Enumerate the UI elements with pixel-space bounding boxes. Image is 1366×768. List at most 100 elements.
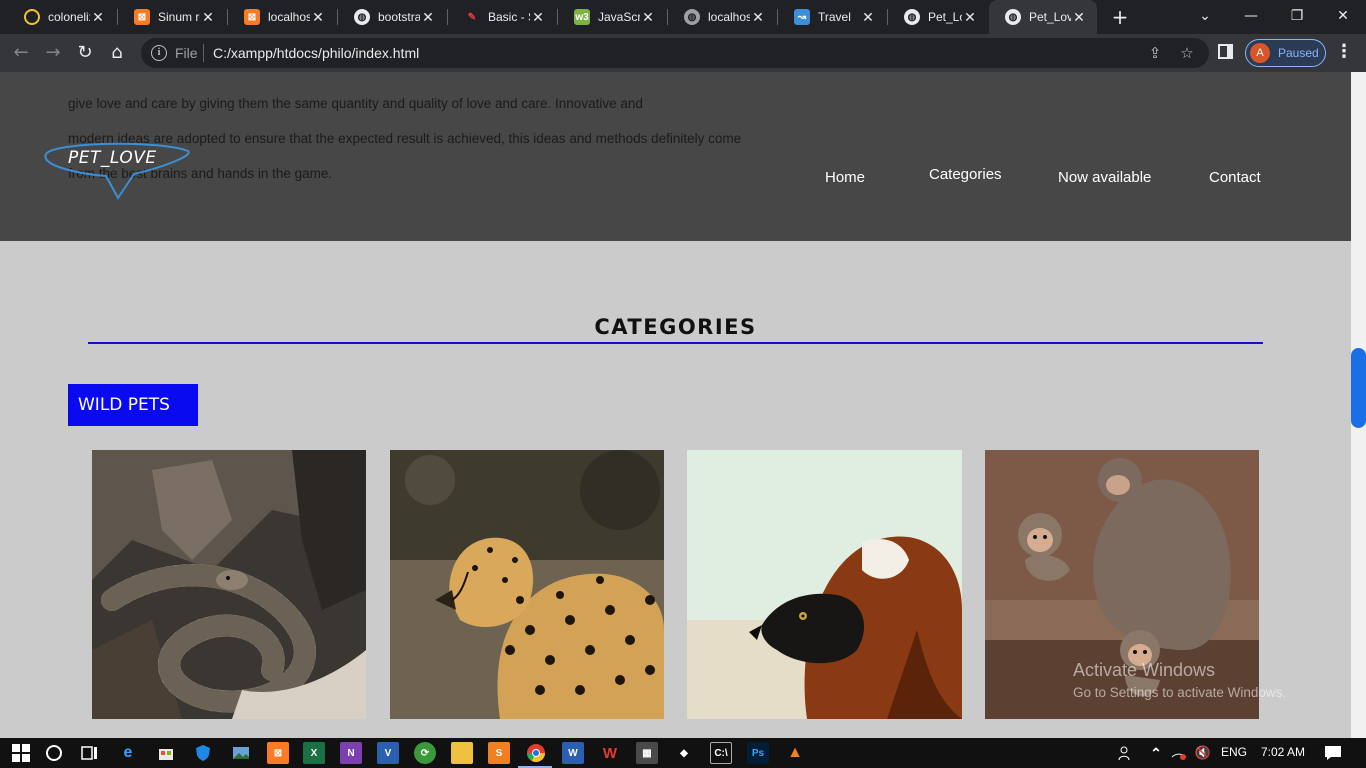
close-window-button[interactable]: ✕: [1320, 0, 1366, 34]
close-icon[interactable]: ✕: [200, 9, 216, 26]
globe-icon: ◍: [684, 9, 700, 25]
task-view-icon[interactable]: [79, 742, 101, 764]
activate-windows-title: Activate Windows: [1073, 660, 1216, 680]
tab-7[interactable]: ↝ Travel ✕: [778, 0, 886, 34]
calculator-icon[interactable]: ▦: [636, 742, 658, 764]
tab-title: JavaScri: [598, 10, 640, 24]
tab-9-active[interactable]: ◍ Pet_Love ✕: [989, 0, 1097, 34]
profile-button[interactable]: A Paused: [1245, 39, 1326, 67]
word-icon[interactable]: W: [562, 742, 584, 764]
vlc-icon[interactable]: ▲: [784, 742, 806, 764]
card-lemur-image[interactable]: [687, 450, 962, 719]
close-icon[interactable]: ✕: [1071, 9, 1087, 26]
close-icon[interactable]: ✕: [640, 9, 656, 26]
restore-button[interactable]: ❐: [1274, 0, 1320, 34]
minimize-button[interactable]: —: [1228, 0, 1274, 34]
info-icon[interactable]: i: [151, 45, 167, 61]
close-icon[interactable]: ✕: [530, 9, 546, 26]
home-icon[interactable]: ⌂: [104, 40, 130, 66]
language-indicator[interactable]: ENG: [1221, 745, 1247, 759]
nav-now-available[interactable]: Now available: [1058, 169, 1151, 186]
card-cheetah-image[interactable]: [390, 450, 664, 719]
tab-5[interactable]: w3 JavaScri ✕: [558, 0, 666, 34]
tab-title: Basic - S: [488, 10, 530, 24]
nav-home[interactable]: Home: [825, 169, 865, 186]
hero-paragraph-line: give love and care by giving them the sa…: [68, 96, 643, 111]
close-icon[interactable]: ✕: [860, 9, 876, 26]
tab-strip: colonelix ✕ ⊠ Sinum re ✕ ⊠ localhost ✕ ◍…: [0, 0, 1366, 34]
tab-title: Sinum re: [158, 10, 200, 24]
file-explorer-icon[interactable]: [451, 742, 473, 764]
close-icon[interactable]: ✕: [420, 9, 436, 26]
hero-header: give love and care by giving them the sa…: [0, 72, 1351, 241]
url-text[interactable]: C:/xampp/htdocs/philo/index.html: [213, 45, 419, 61]
profile-status: Paused: [1278, 46, 1319, 60]
menu-kebab-icon[interactable]: ⋮: [1334, 42, 1354, 64]
xampp-icon: ⊠: [244, 9, 260, 25]
cheetah-image: [390, 450, 664, 719]
store-icon[interactable]: [155, 742, 177, 764]
notifications-icon[interactable]: [1322, 742, 1344, 764]
activate-windows-subtitle: Go to Settings to activate Windows.: [1073, 685, 1287, 700]
defender-icon[interactable]: [192, 742, 214, 764]
speaker-muted-icon[interactable]: 🔇: [1192, 742, 1214, 764]
category-badge[interactable]: WILD PETS: [68, 384, 198, 426]
section-title: CATEGORIES: [594, 315, 757, 339]
vpn-icon[interactable]: ◆: [673, 742, 695, 764]
tab-2[interactable]: ⊠ localhost ✕: [228, 0, 336, 34]
excel-icon[interactable]: X: [303, 742, 325, 764]
section-divider: [88, 342, 1263, 344]
command-prompt-icon[interactable]: C:\: [710, 742, 732, 764]
side-panel-icon[interactable]: [1218, 44, 1233, 59]
close-icon[interactable]: ✕: [310, 9, 326, 26]
lemur-image: [687, 450, 962, 719]
logo[interactable]: PET_LOVE: [40, 142, 192, 202]
browser-toolbar: ← → ↻ ⌂ i File C:/xampp/htdocs/philo/ind…: [0, 34, 1366, 72]
onenote-icon[interactable]: N: [340, 742, 362, 764]
tab-title: Pet_Love: [1029, 10, 1071, 24]
codepen-icon: ✎: [464, 9, 480, 25]
travel-icon: ↝: [794, 9, 810, 25]
reload-icon[interactable]: ↻: [72, 40, 98, 66]
search-circle-icon[interactable]: [43, 742, 65, 764]
close-icon[interactable]: ✕: [962, 9, 978, 26]
network-disconnected-icon[interactable]: [1168, 742, 1190, 764]
globe-icon: ◍: [904, 9, 920, 25]
wps-icon[interactable]: W: [599, 742, 621, 764]
nav-categories[interactable]: Categories: [929, 166, 1002, 183]
tab-title: localhost: [708, 10, 750, 24]
edge-icon[interactable]: e: [117, 742, 139, 764]
sublime-text-icon[interactable]: S: [488, 742, 510, 764]
chrome-icon[interactable]: [525, 742, 547, 764]
photoshop-icon[interactable]: Ps: [747, 742, 769, 764]
tab-search-chevron-icon[interactable]: ⌄: [1182, 0, 1228, 34]
tab-title: localhost: [268, 10, 310, 24]
address-bar[interactable]: i File C:/xampp/htdocs/philo/index.html …: [141, 38, 1209, 68]
scrollbar-thumb[interactable]: [1351, 348, 1366, 428]
clock[interactable]: 7:02 AM: [1261, 745, 1305, 759]
share-icon[interactable]: ⇪: [1145, 43, 1165, 63]
new-tab-button[interactable]: +: [1108, 5, 1132, 29]
windows-start-icon[interactable]: [10, 742, 32, 764]
chevron-up-icon[interactable]: ⌃: [1145, 742, 1167, 764]
close-icon[interactable]: ✕: [750, 9, 766, 26]
back-arrow-icon[interactable]: ←: [8, 40, 34, 66]
people-icon[interactable]: [1115, 742, 1137, 764]
tab-1[interactable]: ⊠ Sinum re ✕: [118, 0, 226, 34]
visio-icon[interactable]: V: [377, 742, 399, 764]
nav-contact[interactable]: Contact: [1209, 169, 1261, 186]
tab-8[interactable]: ◍ Pet_Love ✕: [888, 0, 988, 34]
card-snake-image[interactable]: [92, 450, 366, 719]
tab-title: Travel: [818, 10, 851, 24]
xampp-icon[interactable]: ⊠: [267, 742, 289, 764]
bookmark-star-icon[interactable]: ☆: [1177, 43, 1197, 63]
tab-4[interactable]: ✎ Basic - S ✕: [448, 0, 556, 34]
tab-6[interactable]: ◍ localhost ✕: [668, 0, 776, 34]
close-icon[interactable]: ✕: [90, 9, 106, 26]
photos-icon[interactable]: [230, 742, 252, 764]
app-green-icon[interactable]: ⟳: [414, 742, 436, 764]
tab-3[interactable]: ◍ bootstra ✕: [338, 0, 446, 34]
forward-arrow-icon[interactable]: →: [40, 40, 66, 66]
tab-0[interactable]: colonelix ✕: [8, 0, 116, 34]
page-scrollbar[interactable]: [1351, 72, 1366, 738]
